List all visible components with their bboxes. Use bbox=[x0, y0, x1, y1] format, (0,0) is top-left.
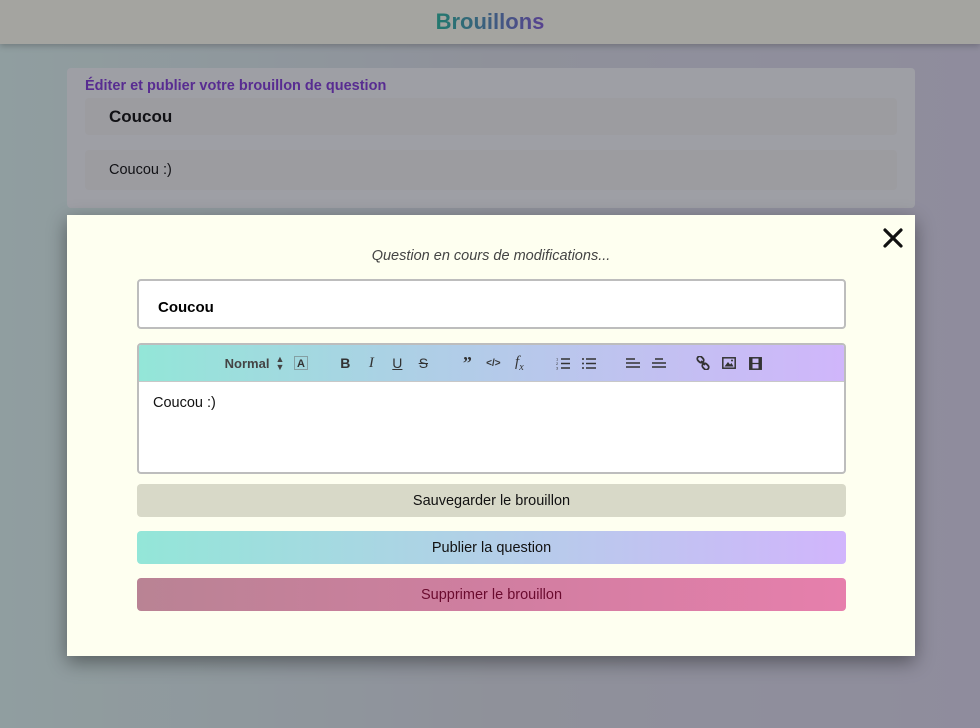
bold-icon: B bbox=[340, 355, 351, 371]
italic-button[interactable]: I bbox=[358, 351, 384, 375]
background-color-button[interactable]: A bbox=[288, 351, 314, 375]
ordered-list-button[interactable]: 123 bbox=[550, 351, 576, 375]
question-title-input[interactable] bbox=[137, 279, 846, 329]
bold-button[interactable]: B bbox=[332, 351, 358, 375]
video-icon bbox=[748, 356, 762, 370]
publish-question-button[interactable]: Publier la question bbox=[137, 531, 846, 564]
rich-text-editor: Normal ▲ ▼ A B I U S ” </> fx 1 2 3 Couc… bbox=[137, 343, 846, 474]
header-format-select[interactable]: Normal ▲ ▼ bbox=[224, 354, 289, 372]
formula-icon: fx bbox=[515, 353, 524, 373]
strikethrough-icon: S bbox=[418, 355, 429, 371]
italic-icon: I bbox=[368, 354, 374, 371]
header-format-value: Normal bbox=[224, 355, 270, 371]
link-icon bbox=[696, 356, 710, 370]
align-left-button[interactable] bbox=[620, 351, 646, 375]
link-button[interactable] bbox=[690, 351, 716, 375]
align-center-button[interactable] bbox=[646, 351, 672, 375]
quote-icon: ” bbox=[462, 352, 472, 373]
align-left-icon bbox=[626, 357, 641, 369]
code-icon: </> bbox=[486, 357, 501, 369]
formula-button[interactable]: fx bbox=[506, 351, 532, 375]
editor-toolbar: Normal ▲ ▼ A B I U S ” </> fx 1 2 3 bbox=[139, 345, 844, 382]
ordered-list-icon: 123 bbox=[556, 357, 571, 370]
align-center-icon bbox=[652, 357, 667, 369]
svg-text:A: A bbox=[297, 358, 305, 370]
code-block-button[interactable]: </> bbox=[480, 351, 506, 375]
blockquote-button[interactable]: ” bbox=[454, 351, 480, 375]
delete-draft-button[interactable]: Supprimer le brouillon bbox=[137, 578, 846, 611]
status-text: Question en cours de modifications... bbox=[371, 248, 611, 264]
bullet-list-icon bbox=[582, 357, 597, 370]
select-arrows-icon: ▲ ▼ bbox=[275, 354, 285, 372]
highlight-icon: A bbox=[294, 356, 309, 370]
editor-content[interactable]: Coucou :) bbox=[139, 382, 844, 424]
image-icon bbox=[722, 357, 737, 369]
underline-button[interactable]: U bbox=[384, 351, 410, 375]
strikethrough-button[interactable]: S bbox=[410, 351, 436, 375]
svg-text:3: 3 bbox=[556, 365, 559, 370]
bullet-list-button[interactable] bbox=[576, 351, 602, 375]
close-icon bbox=[883, 228, 903, 248]
edit-draft-modal: Question en cours de modifications... No… bbox=[67, 215, 915, 656]
underline-icon: U bbox=[392, 355, 403, 371]
save-draft-button[interactable]: Sauvegarder le brouillon bbox=[137, 484, 846, 517]
image-button[interactable] bbox=[716, 351, 742, 375]
video-button[interactable] bbox=[742, 351, 768, 375]
